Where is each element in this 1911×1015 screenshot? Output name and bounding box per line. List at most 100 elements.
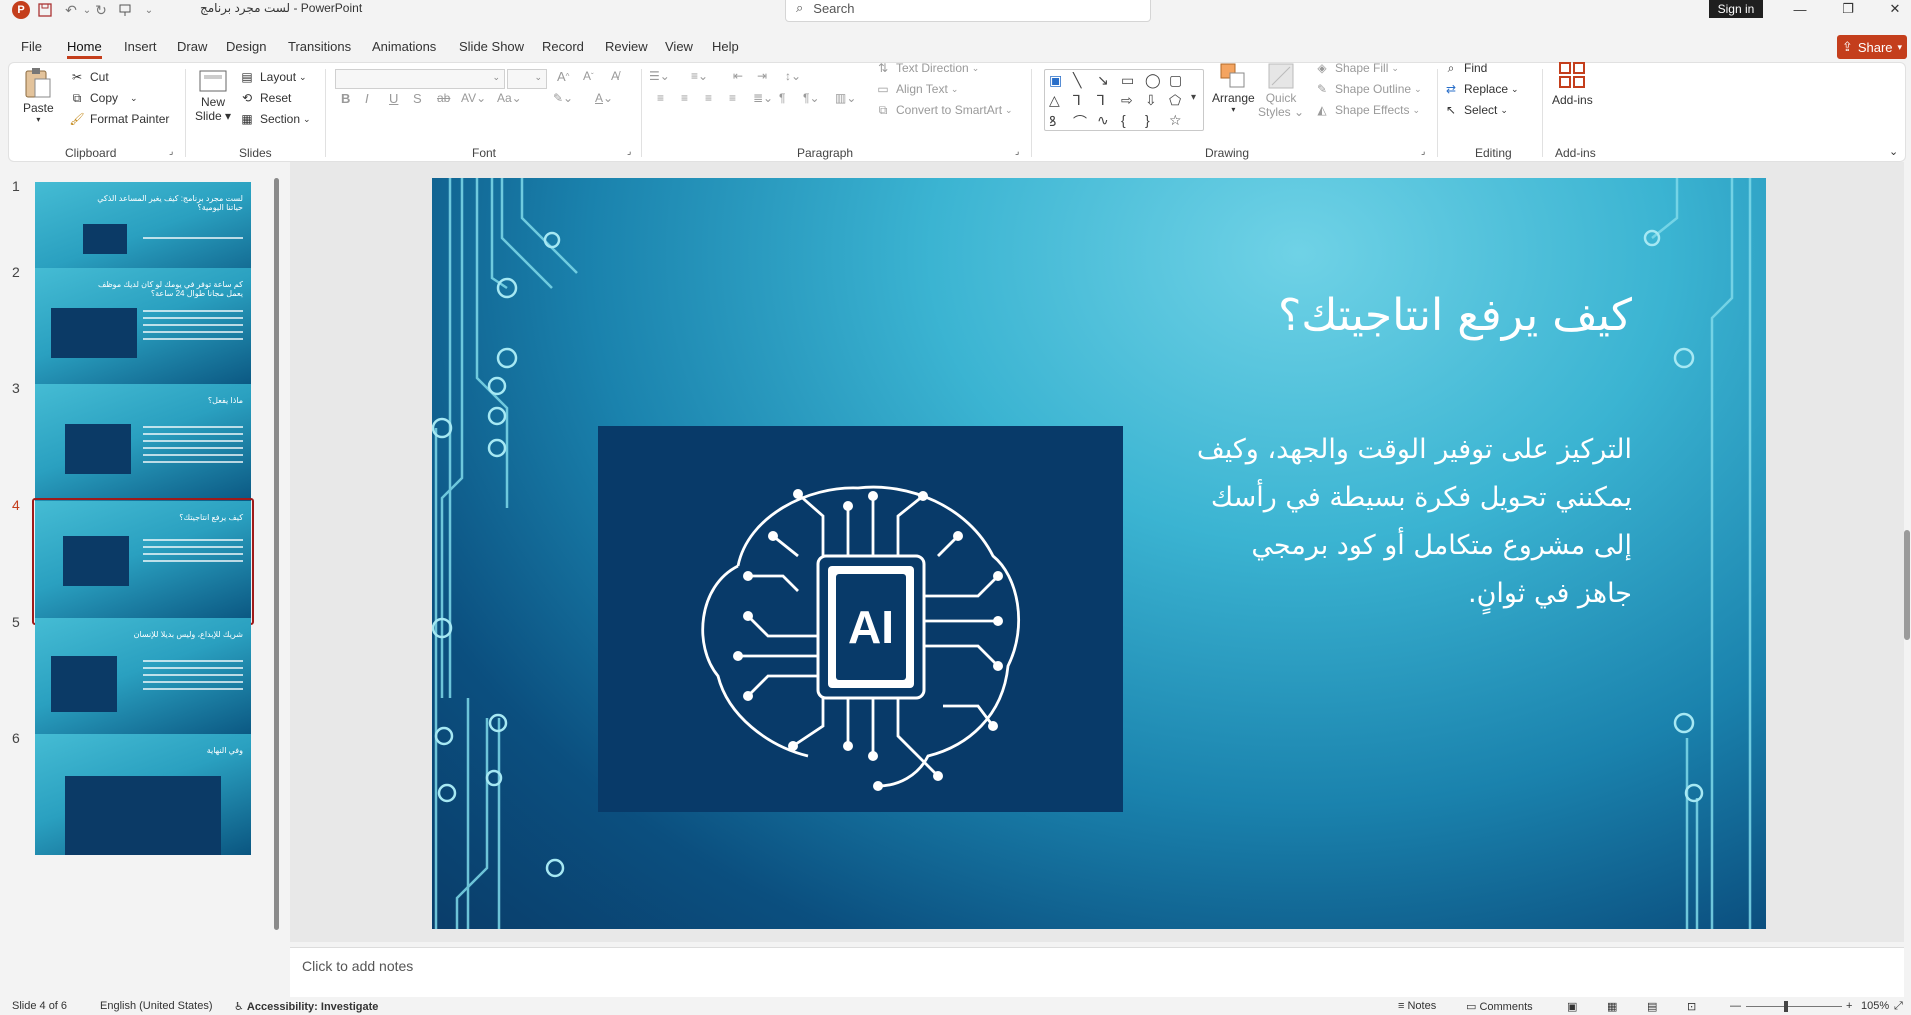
- slide-thumbnail-2[interactable]: كم ساعة توفر في يومك لو كان لديك موظف يع…: [35, 268, 251, 389]
- format-painter-button[interactable]: 🖌 Format Painter: [69, 111, 169, 127]
- section-button[interactable]: ▦ Section ⌄: [239, 111, 310, 127]
- paragraph-launcher-icon[interactable]: ⌟: [1015, 146, 1019, 157]
- search-input[interactable]: ⌕ Search: [785, 0, 1151, 22]
- minimize-icon[interactable]: —: [1785, 0, 1815, 18]
- underline-icon[interactable]: U: [389, 91, 398, 106]
- arrange-button[interactable]: Arrange ▾: [1212, 61, 1255, 114]
- right-brace-shape-icon[interactable]: }: [1145, 112, 1150, 128]
- notes-pane[interactable]: Click to add notes: [290, 947, 1904, 997]
- shapes-gallery[interactable]: ▣ ╲ ↘ ▭ ◯ ▢ △ ⅂ ⅂ ⇨ ⇩ ⬠ ꝸ ⌒ ∿ { } ☆ ▾: [1044, 69, 1204, 131]
- quick-styles-button[interactable]: Quick Styles ⌄: [1258, 61, 1304, 119]
- slide-thumbnail-4[interactable]: كيف يرفع انتاجيتك؟: [35, 501, 251, 622]
- change-case-icon[interactable]: Aa⌄: [497, 91, 522, 105]
- slide-thumbnail-6[interactable]: وفي النهاية: [35, 734, 251, 855]
- find-button[interactable]: ⌕ Find: [1443, 60, 1488, 76]
- comments-button[interactable]: ▭ Comments: [1466, 1000, 1533, 1013]
- zoom-slider[interactable]: [1746, 1006, 1842, 1007]
- cut-button[interactable]: ✂ Cut: [69, 69, 109, 85]
- shape-fill-button[interactable]: ◈ Shape Fill ⌄: [1314, 60, 1399, 76]
- tab-help[interactable]: Help: [712, 39, 739, 54]
- tab-insert[interactable]: Insert: [124, 39, 157, 54]
- slide-thumbnail-3[interactable]: ماذا يفعل؟: [35, 384, 251, 505]
- clipboard-launcher-icon[interactable]: ⌟: [169, 146, 173, 157]
- tab-record[interactable]: Record: [542, 39, 584, 54]
- bullets-icon[interactable]: ☰⌄: [649, 69, 670, 83]
- tab-home[interactable]: Home: [67, 39, 102, 59]
- grow-font-icon[interactable]: A ^: [557, 69, 569, 84]
- layout-button[interactable]: ▤ Layout ⌄: [239, 69, 306, 85]
- close-icon[interactable]: ✕: [1880, 0, 1910, 18]
- thumbnails-scrollbar[interactable]: [272, 168, 280, 988]
- collapse-ribbon-icon[interactable]: ⌄: [1889, 145, 1898, 158]
- italic-icon[interactable]: I: [365, 91, 369, 106]
- tab-review[interactable]: Review: [605, 39, 648, 54]
- arrow-line-shape-icon[interactable]: ↘: [1097, 72, 1109, 89]
- share-button[interactable]: ⇪ Share ▾: [1837, 35, 1907, 59]
- columns-icon[interactable]: ▥⌄: [835, 91, 856, 105]
- increase-indent-icon[interactable]: ⇥: [757, 69, 767, 83]
- new-slide-button[interactable]: New Slide ▾: [195, 67, 231, 123]
- shrink-font-icon[interactable]: Aˇ: [583, 69, 594, 83]
- slide-thumbnail-5[interactable]: شريك للإبداع، وليس بديلا للإنسان: [35, 618, 251, 739]
- rectangle-shape-icon[interactable]: ▭: [1121, 72, 1134, 89]
- align-center-icon[interactable]: ≡: [681, 91, 688, 105]
- font-size-combo[interactable]: ⌄: [507, 69, 547, 89]
- zoom-in-icon[interactable]: +: [1846, 1000, 1852, 1012]
- redo-icon[interactable]: ↻: [92, 1, 110, 19]
- shape-outline-button[interactable]: ✎ Shape Outline ⌄: [1314, 81, 1422, 97]
- curve-shape-icon[interactable]: ⌒: [1073, 112, 1087, 132]
- scroll-thumb[interactable]: [274, 178, 279, 930]
- text-box-shape-icon[interactable]: ▣: [1049, 72, 1062, 89]
- font-launcher-icon[interactable]: ⌟: [627, 146, 631, 157]
- numbering-icon[interactable]: ≡⌄: [691, 69, 708, 83]
- rtl-icon[interactable]: ¶⌄: [803, 91, 820, 105]
- text-direction-button[interactable]: ⇅ Text Direction ⌄: [875, 60, 979, 76]
- character-spacing-icon[interactable]: AV⌄: [461, 91, 486, 105]
- tab-file[interactable]: File: [21, 39, 42, 54]
- bold-icon[interactable]: B: [341, 91, 350, 106]
- align-left-icon[interactable]: ≡: [657, 91, 664, 105]
- align-right-icon[interactable]: ≡: [705, 91, 712, 105]
- language-status[interactable]: English (United States): [100, 1000, 213, 1012]
- accessibility-status[interactable]: ♿ Accessibility: Investigate: [234, 1000, 378, 1013]
- save-icon[interactable]: [36, 1, 54, 19]
- normal-view-icon[interactable]: ▣: [1567, 1000, 1577, 1013]
- paste-button[interactable]: Paste ▾: [23, 67, 54, 124]
- notes-toggle-button[interactable]: ≡ Notes: [1398, 1000, 1436, 1012]
- ltr-icon[interactable]: ¶: [779, 91, 785, 105]
- slide-scroll-thumb[interactable]: [1904, 530, 1910, 640]
- shape-effects-button[interactable]: ◭ Shape Effects ⌄: [1314, 102, 1420, 118]
- replace-button[interactable]: ⇄ Replace ⌄: [1443, 81, 1519, 97]
- right-arrow-shape-icon[interactable]: ⇨: [1121, 92, 1133, 109]
- ai-brain-image[interactable]: AI: [598, 426, 1123, 812]
- line-shape-icon[interactable]: ╲: [1073, 72, 1081, 89]
- rounded-rectangle-shape-icon[interactable]: ▢: [1169, 72, 1182, 89]
- fit-to-window-icon[interactable]: ⤢: [1894, 1000, 1903, 1013]
- reading-view-icon[interactable]: ▤: [1647, 1000, 1657, 1013]
- line-spacing-icon[interactable]: ↕⌄: [785, 69, 801, 83]
- tab-transitions[interactable]: Transitions: [288, 39, 351, 54]
- font-name-combo[interactable]: ⌄: [335, 69, 505, 89]
- slide-scrollbar[interactable]: [1903, 170, 1911, 940]
- reset-button[interactable]: ⟲ Reset: [239, 90, 291, 106]
- triangle-shape-icon[interactable]: △: [1049, 92, 1060, 109]
- highlight-icon[interactable]: ✎⌄: [553, 91, 573, 105]
- down-arrow-shape-icon[interactable]: ⇩: [1145, 92, 1157, 109]
- tab-slide-show[interactable]: Slide Show: [459, 39, 524, 54]
- star-shape-icon[interactable]: ☆: [1169, 112, 1182, 129]
- sign-in-button[interactable]: Sign in: [1709, 0, 1763, 18]
- customize-qat-icon[interactable]: ⌄: [140, 1, 158, 19]
- tab-draw[interactable]: Draw: [177, 39, 207, 54]
- elbow-connector-shape-icon[interactable]: ⅂: [1073, 92, 1081, 109]
- zoom-slider-thumb[interactable]: [1784, 1001, 1788, 1012]
- copy-button[interactable]: ⧉ Copy ⌄: [69, 90, 138, 106]
- convert-smartart-button[interactable]: ⧉ Convert to SmartArt ⌄: [875, 102, 1013, 118]
- tab-animations[interactable]: Animations: [372, 39, 436, 54]
- justify-icon[interactable]: ≡: [729, 91, 736, 105]
- flowchart-shape-icon[interactable]: ⬠: [1169, 92, 1181, 109]
- drawing-launcher-icon[interactable]: ⌟: [1421, 146, 1425, 157]
- decrease-indent-icon[interactable]: ⇤: [733, 69, 743, 83]
- slide-body-text[interactable]: التركيز على توفير الوقت والجهد، وكيف يمك…: [1192, 426, 1632, 618]
- slide-title[interactable]: كيف يرفع انتاجيتك؟: [1278, 290, 1632, 341]
- restore-icon[interactable]: ❐: [1833, 0, 1863, 18]
